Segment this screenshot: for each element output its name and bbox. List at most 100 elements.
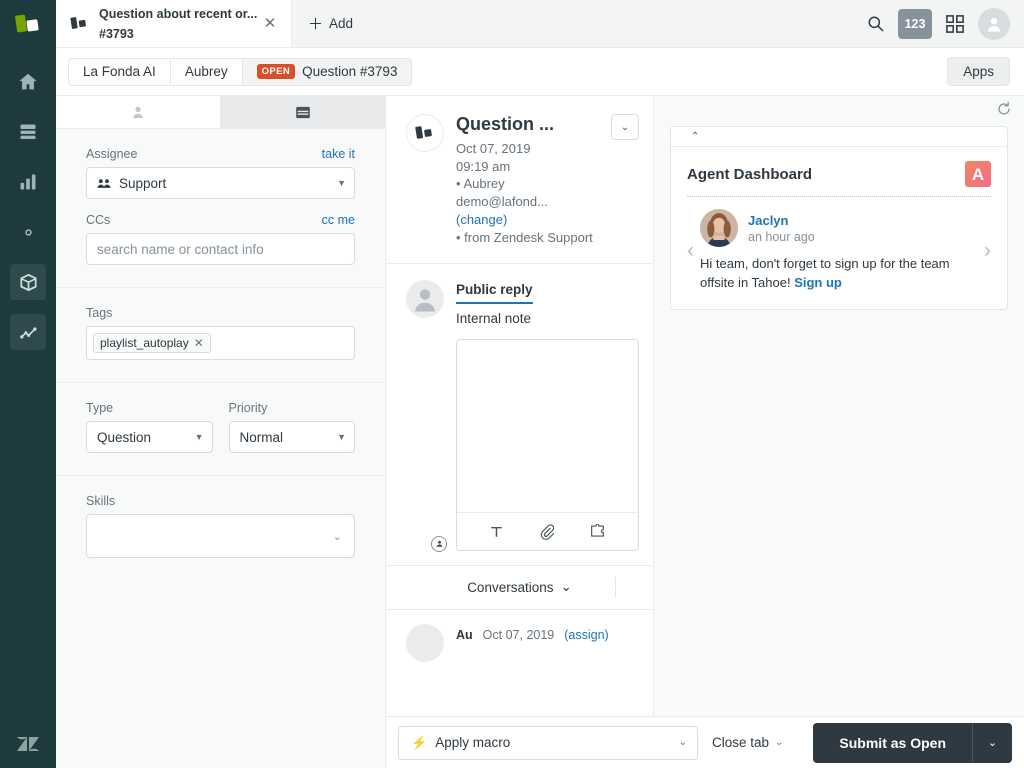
tab-customer-context[interactable] bbox=[56, 96, 221, 128]
ticket-action-bar: ⚡ Apply macro ⌄ Close tab ⌄ Submit as Op… bbox=[386, 716, 1024, 768]
chevron-down-icon: ⌄ bbox=[332, 530, 342, 543]
product-brand-mark bbox=[0, 0, 56, 48]
nav-home[interactable] bbox=[10, 64, 46, 100]
composer-textarea[interactable] bbox=[457, 340, 638, 512]
breadcrumb-item-requester[interactable]: Aubrey bbox=[169, 57, 242, 86]
workspace-body: Assignee take it Support ▼ CCs cc me sea… bbox=[56, 96, 1024, 768]
refresh-icon[interactable] bbox=[996, 101, 1012, 122]
announcement-carousel: ‹ Jaclyn an hour ago Hi team, don't forg… bbox=[687, 197, 991, 293]
close-tab-button[interactable]: Close tab ⌄ bbox=[712, 735, 783, 750]
breadcrumb-item-brand[interactable]: La Fonda AI bbox=[68, 57, 170, 86]
type-priority-row: Type Question ▼ Priority Normal ▼ bbox=[86, 401, 355, 453]
remove-tag-icon[interactable]: ✕ bbox=[194, 336, 204, 350]
nav-products[interactable] bbox=[10, 264, 46, 300]
chevron-down-icon: ⌄ bbox=[678, 737, 687, 748]
status-badge: OPEN bbox=[256, 63, 296, 80]
priority-group: Priority Normal ▼ bbox=[228, 401, 355, 453]
properties-tab-strip bbox=[56, 96, 385, 129]
announcement-card: Jaclyn an hour ago Hi team, don't forget… bbox=[700, 209, 978, 293]
chevron-left-icon[interactable]: ‹ bbox=[687, 240, 694, 261]
event-requester: • Aubrey bbox=[456, 176, 505, 192]
reply-composer: Public reply Internal note bbox=[386, 264, 653, 565]
cube-icon bbox=[19, 273, 37, 291]
type-label-row: Type bbox=[86, 401, 213, 415]
skills-label-row: Skills bbox=[86, 494, 355, 508]
assignee-select[interactable]: Support ▼ bbox=[86, 167, 355, 199]
announcement-author[interactable]: Jaclyn bbox=[748, 213, 815, 228]
app-card-header: Agent Dashboard A bbox=[687, 161, 991, 196]
tags-input[interactable]: playlist_autoplay ✕ bbox=[86, 326, 355, 360]
add-tab-button[interactable]: ＋ Add bbox=[292, 0, 369, 47]
assign-link[interactable]: (assign) bbox=[564, 628, 608, 642]
reporting-bar-chart-icon bbox=[20, 174, 36, 190]
ccs-label: CCs bbox=[86, 213, 111, 227]
paperclip-icon[interactable] bbox=[539, 523, 554, 540]
chevron-down-icon: ▼ bbox=[337, 178, 346, 188]
type-value: Question bbox=[97, 429, 152, 445]
close-tab-label: Close tab bbox=[712, 735, 770, 750]
nav-reporting[interactable] bbox=[10, 164, 46, 200]
nav-admin[interactable] bbox=[10, 214, 46, 250]
conversations-label[interactable]: Conversations bbox=[467, 580, 553, 595]
apps-grid-button[interactable] bbox=[938, 7, 972, 41]
change-requester-link[interactable]: (change) bbox=[456, 211, 599, 229]
apps-refresh-row bbox=[654, 96, 1024, 126]
user-avatar-button[interactable] bbox=[978, 7, 1010, 40]
chevron-down-icon[interactable]: ⌄ bbox=[611, 114, 639, 140]
ticket-properties-panel: Assignee take it Support ▼ CCs cc me sea… bbox=[56, 96, 386, 768]
announcement-text: Hi team, don't forget to sign up for the… bbox=[700, 255, 978, 293]
tab-internal-note[interactable]: Internal note bbox=[456, 309, 639, 329]
views-icon bbox=[20, 124, 36, 139]
gear-icon bbox=[24, 228, 32, 236]
priority-label: Priority bbox=[228, 401, 268, 415]
breadcrumb-item-ticket[interactable]: OPEN Question #3793 bbox=[241, 57, 413, 86]
ccs-input[interactable] bbox=[86, 233, 355, 265]
zendesk-logo[interactable] bbox=[0, 730, 56, 758]
skills-select[interactable]: ⌄ bbox=[86, 514, 355, 558]
take-it-link[interactable]: take it bbox=[322, 147, 355, 161]
conversation-panel: Question ... Oct 07, 2019 09:19 am • Aub… bbox=[386, 96, 654, 768]
breadcrumb-list: La Fonda AI Aubrey OPEN Question #3793 bbox=[68, 57, 413, 86]
main-region: Question about recent or... #3793 ✕ ＋ Ad… bbox=[56, 0, 1024, 768]
open-ticket-tab[interactable]: Question about recent or... #3793 ✕ bbox=[56, 0, 292, 47]
breadcrumb-label: Question #3793 bbox=[302, 64, 398, 79]
app-collapse-handle[interactable]: ⌃ bbox=[671, 127, 1007, 147]
ticket-tab-text: Question about recent or... #3793 bbox=[99, 4, 257, 44]
avatar bbox=[406, 280, 444, 319]
close-icon[interactable]: ✕ bbox=[261, 15, 279, 33]
count-badge-button[interactable]: 123 bbox=[898, 8, 932, 39]
event-meta: Oct 07, 2019 09:19 am • Aubrey demo@lafo… bbox=[456, 140, 599, 248]
conversation-list-item[interactable]: Au Oct 07, 2019 (assign) bbox=[386, 610, 653, 662]
priority-value: Normal bbox=[239, 429, 284, 445]
chevron-right-icon[interactable]: › bbox=[984, 240, 991, 261]
ticket-event-body: Question ... Oct 07, 2019 09:19 am • Aub… bbox=[456, 114, 599, 247]
breadcrumb-label: La Fonda AI bbox=[83, 64, 156, 79]
type-priority-section: Type Question ▼ Priority Normal ▼ bbox=[56, 383, 385, 476]
apply-macro-select[interactable]: ⚡ Apply macro ⌄ bbox=[398, 725, 698, 760]
text-format-icon[interactable] bbox=[489, 524, 504, 539]
assignee-cc-section: Assignee take it Support ▼ CCs cc me sea… bbox=[56, 129, 385, 288]
composer-avatar bbox=[406, 280, 447, 552]
cc-me-link[interactable]: cc me bbox=[322, 213, 355, 227]
add-tab-label: Add bbox=[329, 16, 354, 31]
avatar bbox=[406, 623, 444, 662]
apps-puzzle-icon[interactable] bbox=[589, 523, 606, 539]
tab-ticket-properties[interactable] bbox=[221, 96, 385, 128]
search-button[interactable] bbox=[858, 7, 892, 41]
apps-button[interactable]: Apps bbox=[947, 57, 1010, 86]
submit-button[interactable]: Submit as Open bbox=[813, 722, 972, 763]
submit-options-chevron-down-icon[interactable]: ⌄ bbox=[972, 722, 1012, 763]
grid-apps-icon bbox=[946, 14, 964, 33]
priority-select[interactable]: Normal ▼ bbox=[228, 421, 355, 453]
plus-icon: ＋ bbox=[308, 16, 324, 33]
tag-chip[interactable]: playlist_autoplay ✕ bbox=[93, 333, 211, 353]
chevron-down-icon[interactable]: ⌄ bbox=[560, 579, 571, 595]
sign-up-link[interactable]: Sign up bbox=[794, 275, 842, 290]
app-card-body: Agent Dashboard A ‹ Jaclyn an hour ago H… bbox=[671, 147, 1007, 309]
type-label: Type bbox=[86, 401, 114, 415]
tab-public-reply[interactable]: Public reply bbox=[456, 280, 533, 305]
nav-views[interactable] bbox=[10, 114, 46, 150]
nav-explore[interactable] bbox=[10, 314, 46, 350]
type-select[interactable]: Question ▼ bbox=[86, 421, 213, 453]
